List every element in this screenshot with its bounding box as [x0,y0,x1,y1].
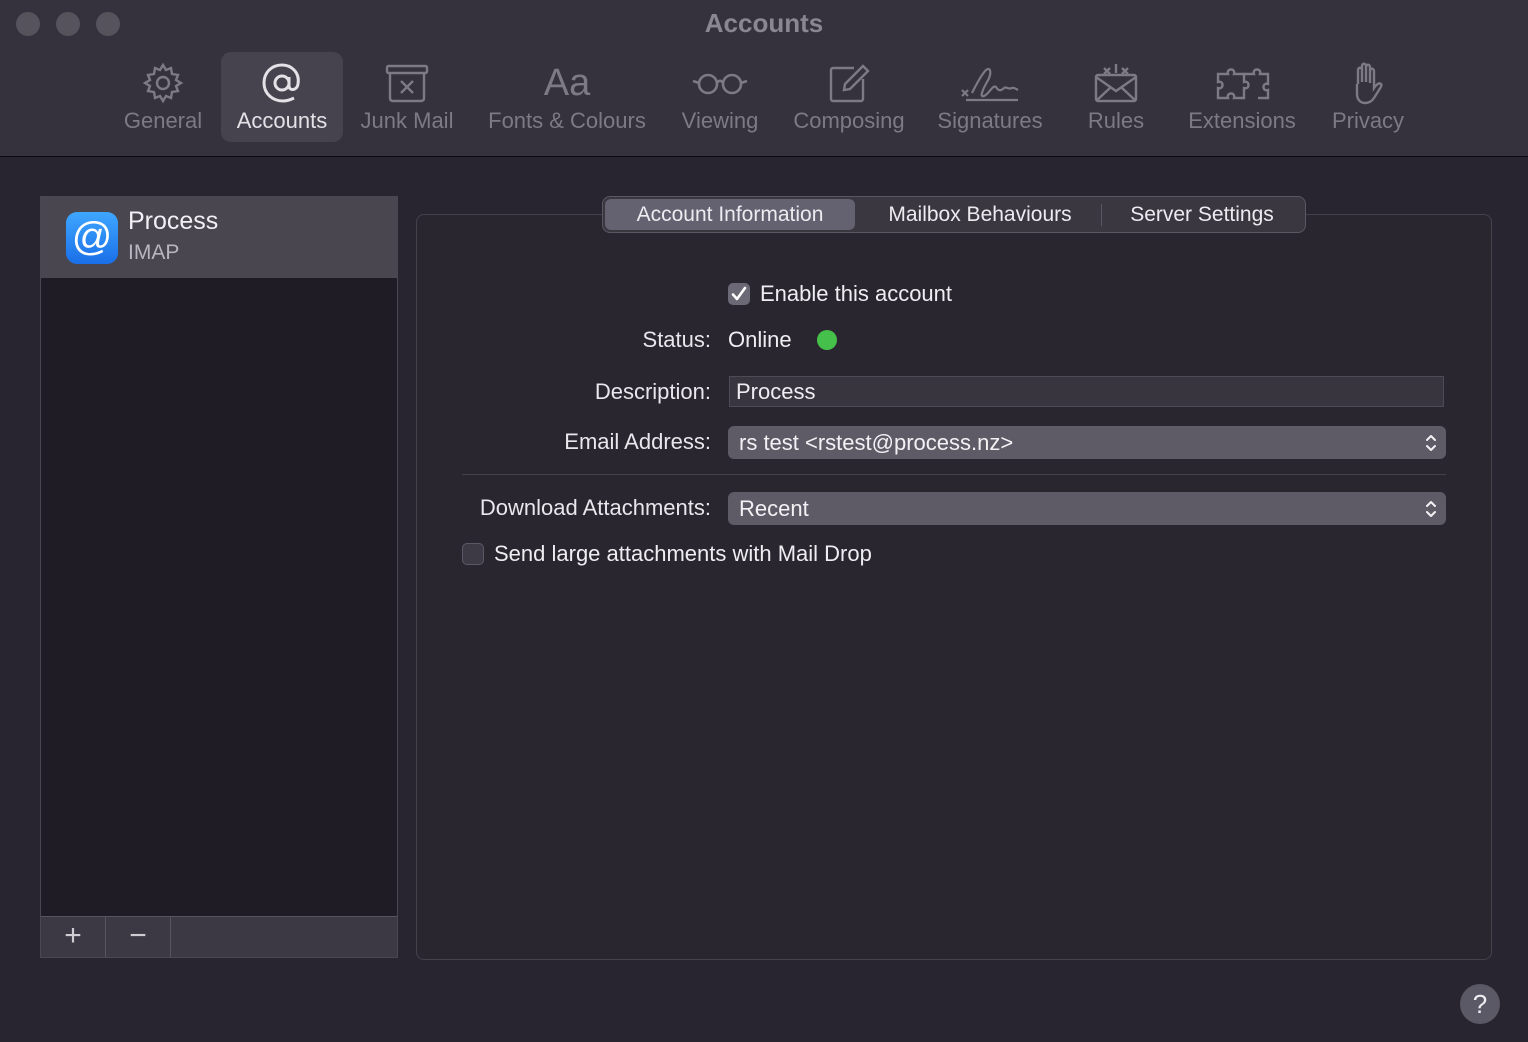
status-label: Status: [642,327,711,352]
toolbar-label: Junk Mail [360,108,454,133]
toolbar-item-signatures[interactable]: Signatures [928,52,1052,142]
description-field[interactable]: Process [729,376,1444,407]
mail-drop-label: Send large attachments with Mail Drop [494,541,872,566]
toolbar-item-composing[interactable]: Composing [784,52,914,142]
enable-account-checkbox[interactable] [728,283,750,305]
toolbar-label: Rules [1087,108,1145,133]
enable-account-label: Enable this account [760,281,953,306]
tab-server-settings[interactable]: Server Settings [1103,199,1301,230]
window-title: Accounts [704,8,824,38]
signature-icon [961,67,1019,102]
status-online-indicator [817,330,837,350]
email-address-label: Email Address: [564,429,711,454]
at-sign-glyph: @ [71,215,113,259]
account-settings-panel [416,214,1492,960]
fonts-icon: Aa [543,62,591,104]
status-value: Online [728,327,792,352]
email-address-value: rs test <rstest@process.nz> [739,430,1014,455]
toolbar-item-fonts-colours[interactable]: Aa Fonts & Colours [476,52,658,142]
list-footer: + − [41,916,397,957]
toolbar-label: Fonts & Colours [488,108,646,133]
toolbar-item-general[interactable]: General [114,52,212,142]
section-divider [462,474,1446,475]
description-label: Description: [594,379,711,404]
hand-icon [1355,62,1383,105]
toolbar-item-privacy[interactable]: Privacy [1320,52,1416,142]
tab-divider [1101,204,1102,226]
mail-drop-checkbox[interactable] [462,543,484,565]
help-button[interactable]: ? [1460,984,1500,1024]
remove-account-button[interactable]: − [106,917,171,957]
toolbar-item-extensions[interactable]: Extensions [1176,52,1308,142]
toolbar-label: Extensions [1188,108,1296,133]
account-at-icon: @ [66,212,118,264]
preferences-window: Accounts General Accounts Junk Mail Aa F… [0,0,1528,1042]
add-account-button[interactable]: + [41,917,106,957]
toolbar-label: Accounts [236,108,328,133]
toolbar-label: General [123,108,203,133]
toolbar-label: Composing [793,108,905,133]
account-row-process[interactable]: @ Process IMAP [41,197,397,278]
tab-account-information[interactable]: Account Information [605,199,855,230]
email-address-popup[interactable]: rs test <rstest@process.nz> [728,426,1446,459]
at-sign-icon [262,63,300,103]
title-bar: Accounts General Accounts Junk Mail Aa F… [0,0,1528,157]
download-attachments-value: Recent [739,496,809,521]
chevron-updown-icon [1426,501,1436,517]
account-type: IMAP [128,241,180,264]
gear-icon [142,62,184,104]
glasses-icon [692,73,748,95]
toolbar-item-rules[interactable]: Rules [1074,52,1158,142]
toolbar-label: Signatures [937,108,1043,133]
toolbar-label: Privacy [1331,108,1405,133]
tab-bar: Account Information Mailbox Behaviours S… [602,196,1306,233]
accounts-list[interactable]: @ Process IMAP + − [40,196,398,958]
compose-icon [829,64,870,103]
toolbar-item-accounts[interactable]: Accounts [221,52,343,142]
toolbar-label: Viewing [681,108,759,133]
toolbar-item-junk-mail[interactable]: Junk Mail [352,52,462,142]
puzzle-icon [1216,68,1270,100]
tab-mailbox-behaviours[interactable]: Mailbox Behaviours [859,199,1101,230]
download-attachments-label: Download Attachments: [479,495,711,520]
checkmark-icon [731,286,747,301]
rules-envelope-icon [1094,64,1138,103]
account-name: Process [128,207,219,235]
toolbar-item-viewing[interactable]: Viewing [672,52,768,142]
download-attachments-popup[interactable]: Recent [728,492,1446,525]
chevron-updown-icon [1426,435,1436,451]
junk-mail-icon [385,64,429,103]
